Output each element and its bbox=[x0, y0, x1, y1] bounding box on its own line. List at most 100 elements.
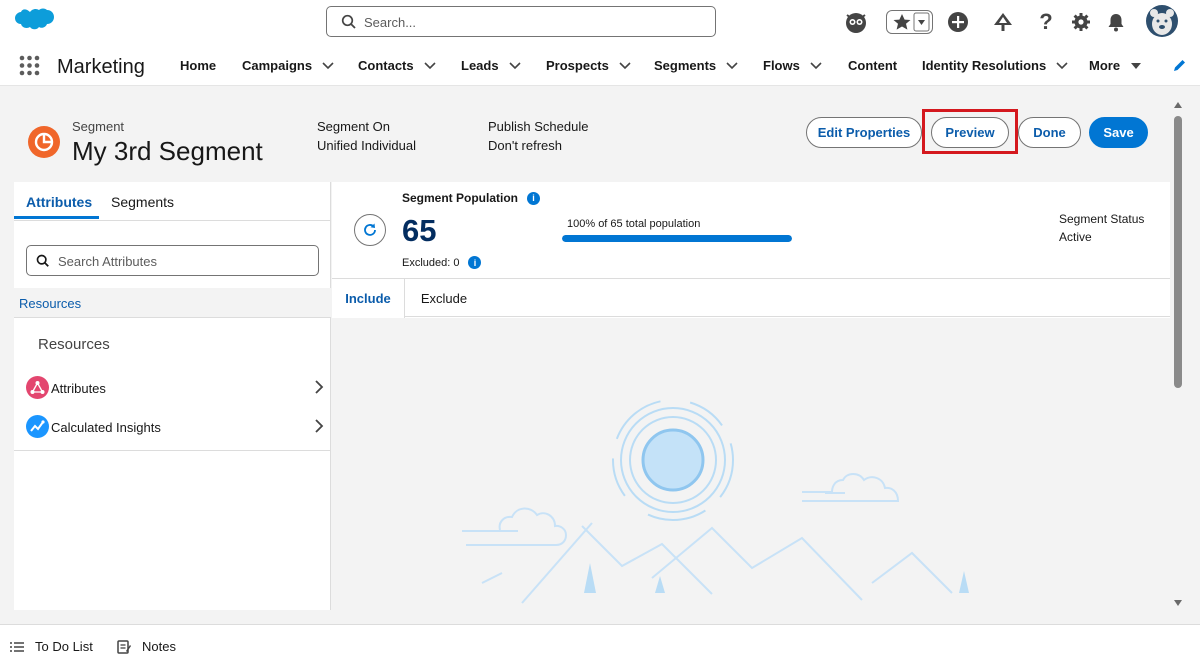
resource-item-attributes[interactable]: Attributes bbox=[24, 375, 324, 401]
nav-item-label: Contacts bbox=[358, 58, 414, 73]
population-progress-fill bbox=[562, 235, 792, 242]
info-icon[interactable]: i bbox=[527, 191, 541, 205]
page-scrollbar[interactable] bbox=[1172, 100, 1184, 610]
global-search-input[interactable]: Search... bbox=[326, 6, 716, 37]
chevron-down-icon[interactable] bbox=[726, 61, 738, 70]
notes-label: Notes bbox=[142, 639, 176, 654]
page-title: My 3rd Segment bbox=[72, 136, 263, 166]
search-placeholder: Search... bbox=[364, 15, 417, 30]
nav-item-identity-resolutions[interactable]: Identity Resolutions bbox=[922, 58, 1068, 73]
utility-bar: To Do List Notes bbox=[0, 624, 1200, 660]
nav-item-label: Identity Resolutions bbox=[922, 58, 1047, 73]
global-header: Search... ? bbox=[0, 0, 1200, 44]
nav-item-home[interactable]: Home bbox=[180, 58, 216, 73]
resource-item-label: Attributes bbox=[51, 381, 106, 396]
global-actions-plus-icon[interactable] bbox=[946, 8, 970, 36]
edit-properties-button[interactable]: Edit Properties bbox=[806, 117, 922, 148]
population-progress-bar bbox=[562, 235, 792, 242]
help-icon[interactable]: ? bbox=[1035, 8, 1057, 36]
segment-population-label: Segment Population i bbox=[402, 191, 541, 205]
segment-status-label: Segment Status bbox=[1059, 212, 1145, 226]
todo-list-button[interactable]: To Do List bbox=[10, 639, 93, 654]
nav-item-more[interactable]: More bbox=[1089, 58, 1142, 73]
astro-avatar-icon[interactable] bbox=[843, 8, 869, 36]
resources-heading: Resources bbox=[38, 336, 110, 353]
active-tab-indicator bbox=[14, 216, 99, 219]
chevron-down-icon[interactable] bbox=[424, 61, 436, 70]
excluded-count: Excluded: 0 i bbox=[402, 256, 482, 269]
resource-item-calculated-insights[interactable]: Calculated Insights bbox=[24, 414, 324, 440]
attributes-icon bbox=[26, 376, 49, 399]
segment-status-value: Active bbox=[1059, 230, 1092, 244]
tab-segments[interactable]: Segments bbox=[111, 194, 174, 210]
nav-item-campaigns[interactable]: Campaigns bbox=[242, 58, 334, 73]
population-count: 65 bbox=[402, 213, 437, 248]
refresh-icon bbox=[364, 223, 376, 236]
nav-item-label: Flows bbox=[763, 58, 800, 73]
chevron-down-icon[interactable] bbox=[619, 61, 631, 70]
nav-item-label: Campaigns bbox=[242, 58, 313, 73]
tab-attributes[interactable]: Attributes bbox=[26, 194, 92, 210]
chevron-down-icon[interactable] bbox=[322, 61, 334, 70]
breadcrumb-resources-link[interactable]: Resources bbox=[19, 296, 81, 311]
notes-button[interactable]: Notes bbox=[117, 639, 176, 654]
population-percent-text: 100% of 65 total population bbox=[567, 218, 701, 230]
edit-nav-pencil-icon[interactable] bbox=[1172, 58, 1187, 73]
attributes-panel: Attributes Segments Search Attributes Re… bbox=[14, 182, 331, 610]
search-icon bbox=[36, 254, 49, 267]
nav-item-contacts[interactable]: Contacts bbox=[358, 58, 436, 73]
calculated-insights-icon bbox=[26, 415, 49, 438]
divider bbox=[14, 450, 331, 451]
setup-gear-icon[interactable] bbox=[1069, 8, 1093, 36]
app-launcher-icon[interactable] bbox=[19, 55, 40, 76]
publish-schedule-label: Publish Schedule bbox=[488, 119, 589, 134]
preview-highlight-box bbox=[922, 109, 1018, 154]
favorites-star-icon[interactable] bbox=[886, 10, 933, 34]
chevron-right-icon bbox=[315, 419, 324, 433]
search-icon bbox=[341, 14, 356, 29]
rules-drop-area[interactable] bbox=[332, 318, 1170, 610]
chevron-down-icon[interactable] bbox=[810, 61, 822, 70]
nav-item-label: Segments bbox=[654, 58, 717, 73]
app-navigation-bar: Marketing Home Campaigns Contacts Leads … bbox=[0, 44, 1200, 86]
segment-on-field: Segment On Unified Individual bbox=[317, 117, 416, 155]
search-attributes-input[interactable]: Search Attributes bbox=[26, 245, 319, 276]
search-attributes-placeholder: Search Attributes bbox=[58, 254, 157, 269]
breadcrumb: Resources bbox=[14, 288, 331, 318]
info-icon[interactable]: i bbox=[468, 256, 482, 269]
segment-on-label: Segment On bbox=[317, 119, 390, 134]
save-button[interactable]: Save bbox=[1089, 117, 1148, 148]
nav-item-label: Content bbox=[848, 58, 898, 73]
done-button[interactable]: Done bbox=[1018, 117, 1081, 148]
publish-schedule-field: Publish Schedule Don't refresh bbox=[488, 117, 588, 155]
nav-item-content[interactable]: Content bbox=[848, 58, 897, 73]
tab-include[interactable]: Include bbox=[332, 279, 405, 318]
nav-item-flows[interactable]: Flows bbox=[763, 58, 822, 73]
publish-schedule-value: Don't refresh bbox=[488, 138, 563, 153]
nav-item-label: Prospects bbox=[546, 58, 609, 73]
nav-item-prospects[interactable]: Prospects bbox=[546, 58, 631, 73]
excluded-text: Excluded: 0 bbox=[402, 256, 460, 269]
object-type-label: Segment bbox=[72, 119, 125, 134]
notifications-bell-icon[interactable] bbox=[1104, 8, 1128, 36]
caret-down-icon[interactable] bbox=[1130, 62, 1142, 70]
chevron-down-icon[interactable] bbox=[1056, 61, 1068, 70]
include-exclude-tabs: Include Exclude bbox=[332, 278, 1170, 318]
notes-icon bbox=[117, 639, 131, 654]
nav-item-leads[interactable]: Leads bbox=[461, 58, 521, 73]
salesforce-logo-icon[interactable] bbox=[13, 8, 55, 36]
nav-item-label: Leads bbox=[461, 58, 499, 73]
todo-list-label: To Do List bbox=[35, 639, 93, 654]
refresh-population-button[interactable] bbox=[354, 214, 386, 246]
population-label-text: Segment Population bbox=[402, 191, 519, 205]
trailhead-icon[interactable] bbox=[991, 8, 1015, 36]
segment-canvas-panel: Segment Population i 65 Excluded: 0 i 10… bbox=[332, 182, 1170, 610]
nav-item-label: More bbox=[1089, 58, 1121, 73]
tab-exclude[interactable]: Exclude bbox=[405, 279, 483, 318]
list-icon bbox=[10, 641, 24, 652]
chevron-down-icon[interactable] bbox=[509, 61, 521, 70]
segment-icon bbox=[28, 126, 60, 158]
chevron-right-icon bbox=[315, 380, 324, 394]
nav-item-segments[interactable]: Segments bbox=[654, 58, 738, 73]
user-avatar-icon[interactable] bbox=[1145, 4, 1179, 38]
